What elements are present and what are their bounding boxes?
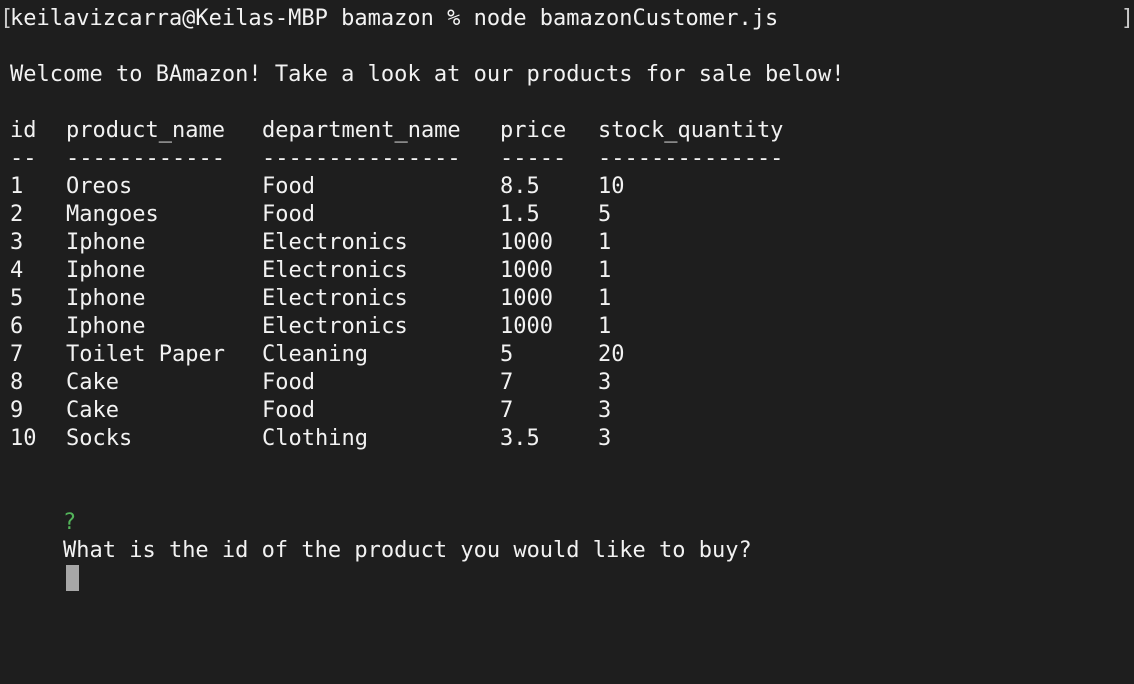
row-price: 3.5 xyxy=(500,426,540,451)
table-row: 2 Mangoes Food 1.5 5 xyxy=(10,201,611,229)
row-product-name: Toilet Paper xyxy=(66,342,225,367)
row-stock-quantity: 5 xyxy=(598,202,612,227)
row-stock-quantity: 1 xyxy=(598,230,612,255)
row-department-name: Cleaning xyxy=(262,342,368,367)
row-department-name: Food xyxy=(262,174,315,199)
row-product-name: Iphone xyxy=(66,286,146,311)
row-department-name: Food xyxy=(262,398,315,423)
table-row: 3 Iphone Electronics 1000 1 xyxy=(10,229,611,257)
row-product-name: Cake xyxy=(66,370,119,395)
row-stock-quantity: 3 xyxy=(598,426,612,451)
row-department-name: Electronics xyxy=(262,314,408,339)
table-row: 10 Socks Clothing 3.5 3 xyxy=(10,425,611,453)
row-price: 5 xyxy=(500,342,514,367)
row-department-name: Food xyxy=(262,370,315,395)
row-department-name: Food xyxy=(262,202,315,227)
header-department-name: department_name xyxy=(262,118,461,143)
row-price: 1000 xyxy=(500,286,553,311)
command-line: keilavizcarra@Keilas-MBP bamazon % node … xyxy=(10,6,779,31)
right-edge-glyph: ] xyxy=(1120,6,1134,31)
row-stock-quantity: 1 xyxy=(598,314,612,339)
purchase-prompt-line[interactable]: ? What is the id of the product you woul… xyxy=(10,481,752,591)
row-id: 8 xyxy=(10,370,24,395)
row-stock-quantity: 10 xyxy=(598,174,625,199)
row-price: 7 xyxy=(500,370,514,395)
separator-id: -- xyxy=(10,146,37,171)
row-id: 5 xyxy=(10,286,24,311)
row-id: 4 xyxy=(10,258,24,283)
text-cursor[interactable] xyxy=(65,565,79,591)
prompt-question: What is the id of the product you would … xyxy=(62,538,752,563)
separator-stock-quantity: -------------- xyxy=(598,146,784,171)
row-price: 1000 xyxy=(500,314,553,339)
table-header-row: id product_name department_name price st… xyxy=(10,117,783,145)
row-price: 1.5 xyxy=(500,202,540,227)
row-id: 7 xyxy=(10,342,24,367)
separator-department-name: --------------- xyxy=(262,146,461,171)
row-price: 8.5 xyxy=(500,174,540,199)
row-product-name: Iphone xyxy=(66,314,146,339)
row-department-name: Electronics xyxy=(262,230,408,255)
row-price: 1000 xyxy=(500,230,553,255)
row-stock-quantity: 1 xyxy=(598,286,612,311)
table-row: 8 Cake Food 7 3 xyxy=(10,369,611,397)
row-product-name: Cake xyxy=(66,398,119,423)
row-price: 1000 xyxy=(500,258,553,283)
header-id: id xyxy=(10,118,37,143)
row-product-name: Iphone xyxy=(66,258,146,283)
row-id: 2 xyxy=(10,202,24,227)
table-row: 1 Oreos Food 8.5 10 xyxy=(10,173,625,201)
header-price: price xyxy=(500,118,567,143)
row-department-name: Electronics xyxy=(262,286,408,311)
table-row: 5 Iphone Electronics 1000 1 xyxy=(10,285,611,313)
row-stock-quantity: 3 xyxy=(598,370,612,395)
row-stock-quantity: 1 xyxy=(598,258,612,283)
row-product-name: Oreos xyxy=(66,174,133,199)
terminal-window[interactable]: [ ] keilavizcarra@Keilas-MBP bamazon % n… xyxy=(0,0,1134,684)
row-department-name: Electronics xyxy=(262,258,408,283)
header-product-name: product_name xyxy=(66,118,225,143)
row-id: 1 xyxy=(10,174,24,199)
row-stock-quantity: 20 xyxy=(598,342,625,367)
header-stock-quantity: stock_quantity xyxy=(598,118,784,143)
table-row: 9 Cake Food 7 3 xyxy=(10,397,611,425)
table-row: 6 Iphone Electronics 1000 1 xyxy=(10,313,611,341)
table-row: 7 Toilet Paper Cleaning 5 20 xyxy=(10,341,625,369)
row-stock-quantity: 3 xyxy=(598,398,612,423)
separator-product-name: ------------ xyxy=(66,146,225,171)
table-separator-row: -- ------------ --------------- ----- --… xyxy=(10,145,783,173)
question-mark-icon: ? xyxy=(62,510,77,535)
table-row: 4 Iphone Electronics 1000 1 xyxy=(10,257,611,285)
row-price: 7 xyxy=(500,398,514,423)
row-product-name: Socks xyxy=(66,426,133,451)
row-id: 10 xyxy=(10,426,37,451)
row-product-name: Iphone xyxy=(66,230,146,255)
welcome-message: Welcome to BAmazon! Take a look at our p… xyxy=(10,62,845,87)
row-id: 9 xyxy=(10,398,24,423)
row-id: 3 xyxy=(10,230,24,255)
row-department-name: Clothing xyxy=(262,426,368,451)
row-product-name: Mangoes xyxy=(66,202,159,227)
row-id: 6 xyxy=(10,314,24,339)
separator-price: ----- xyxy=(500,146,567,171)
